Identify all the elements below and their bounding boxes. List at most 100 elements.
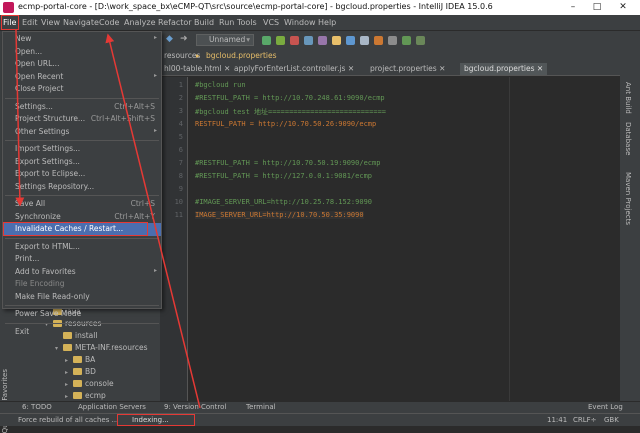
menu-item-label: New bbox=[15, 34, 32, 43]
vcs-update-icon[interactable] bbox=[332, 36, 341, 45]
file-menu-item-import-settings[interactable]: Import Settings... bbox=[3, 143, 161, 156]
project-structure-icon[interactable] bbox=[374, 36, 383, 45]
stop-icon[interactable] bbox=[290, 36, 299, 45]
tree-label: BA bbox=[85, 355, 96, 364]
debug-icon[interactable] bbox=[276, 36, 285, 45]
sdk-manager-icon[interactable] bbox=[388, 36, 397, 45]
line-number: 8 bbox=[178, 172, 183, 180]
file-menu-item-open-recent[interactable]: Open Recent ▸ bbox=[3, 71, 161, 84]
vcs-commit-icon[interactable] bbox=[346, 36, 355, 45]
file-menu-item-new[interactable]: New ▸ bbox=[3, 33, 161, 46]
menu-item-label: Export to Eclipse... bbox=[15, 169, 86, 178]
menu-run[interactable]: Run bbox=[219, 18, 234, 27]
file-menu-item-file-encoding[interactable]: File Encoding bbox=[3, 278, 161, 291]
file-menu-item-open-url[interactable]: Open URL... bbox=[3, 58, 161, 71]
file-encoding[interactable]: GBK bbox=[604, 416, 619, 424]
terminal-tool-button[interactable]: Terminal bbox=[246, 403, 276, 411]
version-control-tool-button[interactable]: 9: Version Control bbox=[164, 403, 226, 411]
forward-arrow-icon[interactable]: ➜ bbox=[180, 34, 188, 44]
maximize-button[interactable]: □ bbox=[586, 0, 608, 15]
file-menu-item-project-structure[interactable]: Project Structure... Ctrl+Alt+Shift+S bbox=[3, 113, 161, 126]
file-menu-item-export-to-html[interactable]: Export to HTML... bbox=[3, 241, 161, 254]
back-arrow-icon[interactable]: ◆ bbox=[166, 34, 173, 44]
menu-vcs[interactable]: VCS bbox=[263, 18, 279, 27]
file-menu-item-export-settings[interactable]: Export Settings... bbox=[3, 156, 161, 169]
tree-item-ba[interactable]: ▸ BA bbox=[65, 355, 95, 367]
tab-apply-controller[interactable]: applyForEnterList.controller.js ✕ bbox=[230, 63, 358, 75]
settings-icon[interactable] bbox=[360, 36, 369, 45]
tab-bgcloud-properties[interactable]: bgcloud.properties ✕ bbox=[460, 63, 548, 75]
coverage-icon[interactable] bbox=[304, 36, 313, 45]
line-number: 9 bbox=[178, 185, 183, 193]
menu-build[interactable]: Build bbox=[194, 18, 214, 27]
close-button[interactable]: ✕ bbox=[612, 0, 634, 15]
todo-tool-button[interactable]: 6: TODO bbox=[22, 403, 52, 411]
run-icon[interactable] bbox=[262, 36, 271, 45]
file-menu-item-open[interactable]: Open... bbox=[3, 46, 161, 59]
tree-label: ecmp bbox=[85, 391, 106, 400]
maven-projects-tool-button[interactable]: Maven Projects bbox=[624, 172, 632, 225]
minimize-button[interactable]: – bbox=[562, 0, 584, 15]
ant-build-tool-button[interactable]: Ant Build bbox=[624, 82, 632, 114]
invalidate-caches-highlight bbox=[3, 222, 148, 236]
file-menu-item-make-file-read-only[interactable]: Make File Read-only bbox=[3, 291, 161, 304]
folder-icon bbox=[73, 356, 82, 363]
file-menu-item-power-save-mode[interactable]: Power Save Mode bbox=[3, 308, 161, 321]
tab-label: bgcloud.properties bbox=[464, 64, 535, 73]
file-menu-item-export-to-eclipse[interactable]: Export to Eclipse... bbox=[3, 168, 161, 181]
file-menu-item-add-to-favorites[interactable]: Add to Favorites ▸ bbox=[3, 266, 161, 279]
help-icon[interactable] bbox=[416, 36, 425, 45]
database-tool-button[interactable]: Database bbox=[624, 122, 632, 155]
code-editor[interactable]: #bgcloud run #RESTFUL_PATH = http://10.7… bbox=[189, 77, 620, 401]
file-menu-item-settings[interactable]: Settings... Ctrl+Alt+S bbox=[3, 101, 161, 114]
cursor-position[interactable]: 11:41 bbox=[547, 416, 567, 424]
build-icon[interactable] bbox=[318, 36, 327, 45]
android-icon[interactable] bbox=[402, 36, 411, 45]
submenu-arrow-icon: ▸ bbox=[153, 126, 157, 134]
menu-item-label: Add to Favorites bbox=[15, 266, 76, 276]
line-separator[interactable]: CRLF÷ bbox=[573, 416, 597, 424]
breadcrumb-file[interactable]: bgcloud.properties bbox=[206, 51, 277, 60]
menu-separator bbox=[5, 140, 159, 141]
menu-help[interactable]: Help bbox=[318, 18, 336, 27]
submenu-arrow-icon: ▸ bbox=[153, 34, 157, 41]
folder-icon bbox=[73, 368, 82, 375]
code-line: RESTFUL_PATH = http://10.70.50.26:9090/e… bbox=[195, 120, 377, 128]
file-menu-item-exit[interactable]: Exit bbox=[3, 326, 161, 339]
line-number: 10 bbox=[174, 198, 183, 206]
file-menu-item-other-settings[interactable]: Other Settings ▸ bbox=[3, 126, 161, 139]
menu-window[interactable]: Window bbox=[284, 18, 316, 27]
menu-separator bbox=[5, 237, 159, 239]
file-menu-item-close-project[interactable]: Close Project bbox=[3, 83, 161, 96]
menu-item-label: Save All bbox=[15, 199, 46, 208]
menu-bar: File Edit View Navigate Code Analyze Ref… bbox=[0, 15, 640, 31]
menu-item-label: Close Project bbox=[15, 84, 64, 93]
file-menu-item-settings-repository[interactable]: Settings Repository... bbox=[3, 181, 161, 194]
tab-project-properties[interactable]: project.properties ✕ bbox=[366, 63, 449, 75]
file-menu-item-print[interactable]: Print... bbox=[3, 253, 161, 266]
menu-refactor[interactable]: Refactor bbox=[158, 18, 192, 27]
menu-item-label: Exit bbox=[15, 326, 30, 336]
line-number: 7 bbox=[178, 159, 183, 167]
run-config-label: Unnamed bbox=[209, 35, 246, 44]
event-log-tool-button[interactable]: Event Log bbox=[588, 403, 623, 411]
file-menu-item-save-all[interactable]: Save All Ctrl+S bbox=[3, 198, 161, 211]
menu-navigate[interactable]: Navigate bbox=[63, 18, 99, 27]
menu-item-label: Print... bbox=[15, 254, 40, 263]
tree-item-bd[interactable]: ▸ BD bbox=[65, 367, 96, 379]
tab-hl00-table[interactable]: hl00-table.html ✕ bbox=[160, 63, 234, 75]
app-servers-tool-button[interactable]: Application Servers bbox=[78, 403, 146, 411]
code-line: IMAGE_SERVER_URL=http://10.70.50.35:9090 bbox=[195, 211, 364, 219]
menu-separator bbox=[5, 322, 159, 324]
tree-item-console[interactable]: ▸ console bbox=[65, 379, 114, 391]
breadcrumb-resources[interactable]: resources bbox=[164, 51, 200, 60]
tree-item-meta-inf[interactable]: ▾ META-INF.resources bbox=[55, 343, 148, 355]
menu-edit[interactable]: Edit bbox=[22, 18, 38, 27]
line-number: 2 bbox=[178, 94, 183, 102]
menu-view[interactable]: View bbox=[41, 18, 60, 27]
menu-tools[interactable]: Tools bbox=[237, 18, 257, 27]
code-line: #RESTFUL_PATH = http://10.70.248.61:9090… bbox=[195, 94, 385, 102]
menu-analyze[interactable]: Analyze bbox=[124, 18, 156, 27]
run-config-dropdown[interactable]: Unnamed ▾ bbox=[196, 34, 254, 46]
menu-code[interactable]: Code bbox=[99, 18, 119, 27]
